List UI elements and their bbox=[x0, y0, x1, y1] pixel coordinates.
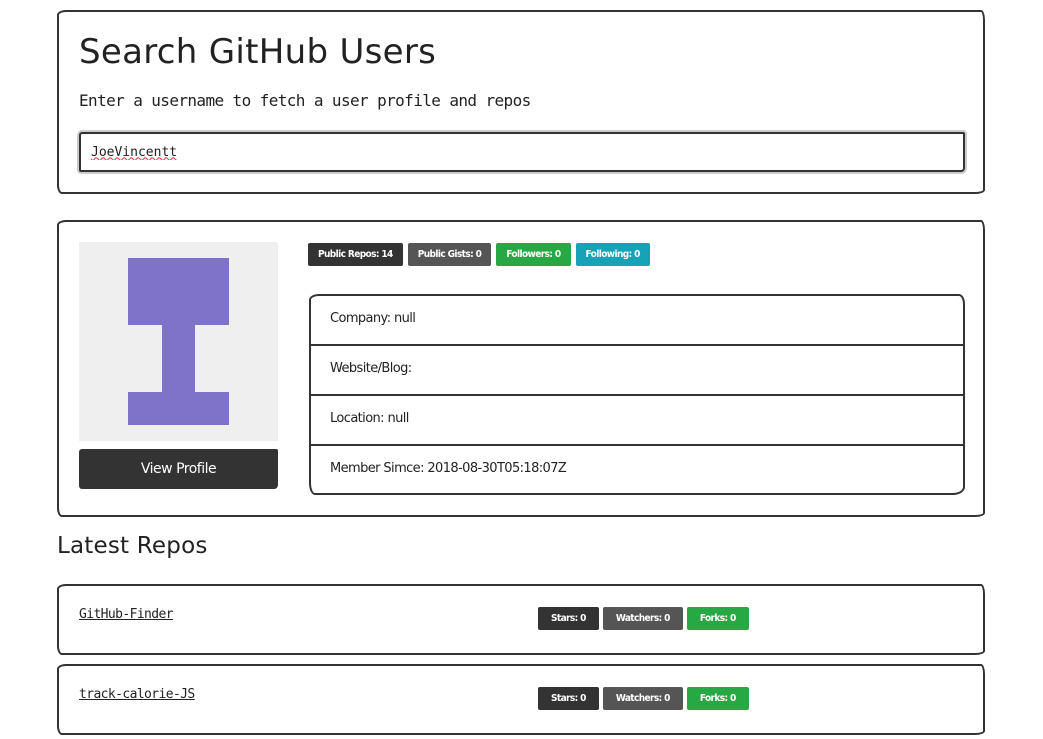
public-repos-badge: Public Repos: 14 bbox=[308, 243, 403, 266]
profile-info-list: Company: null Website/Blog: Location: nu… bbox=[309, 294, 965, 495]
view-profile-button[interactable]: View Profile bbox=[79, 449, 278, 489]
page-title: Search GitHub Users bbox=[79, 32, 437, 72]
forks-badge: Forks: 0 bbox=[686, 607, 749, 630]
location-item: Location: null bbox=[311, 396, 963, 446]
forks-badge: Forks: 0 bbox=[686, 687, 749, 710]
public-gists-badge: Public Gists: 0 bbox=[407, 243, 492, 266]
company-item: Company: null bbox=[311, 296, 963, 346]
website-item: Website/Blog: bbox=[311, 346, 963, 396]
identicon-image bbox=[128, 258, 229, 425]
search-subtitle: Enter a username to fetch a user profile… bbox=[79, 91, 531, 110]
profile-badges: Public Repos: 14 Public Gists: 0 Followe… bbox=[308, 243, 650, 266]
followers-badge: Followers: 0 bbox=[496, 243, 571, 266]
stars-badge: Stars: 0 bbox=[538, 687, 599, 710]
watchers-badge: Watchers: 0 bbox=[602, 687, 683, 710]
repo-card: GitHub-Finder Stars: 0 Watchers: 0 Forks… bbox=[57, 584, 985, 655]
profile-card: View Profile Public Repos: 14 Public Gis… bbox=[57, 220, 985, 517]
repo-badges: Stars: 0 Watchers: 0 Forks: 0 bbox=[538, 607, 749, 630]
search-input[interactable] bbox=[79, 132, 965, 172]
watchers-badge: Watchers: 0 bbox=[602, 607, 683, 630]
repo-badges: Stars: 0 Watchers: 0 Forks: 0 bbox=[538, 687, 749, 710]
search-card: Search GitHub Users Enter a username to … bbox=[57, 10, 985, 194]
member-since-item: Member Simce: 2018-08-30T05:18:07Z bbox=[330, 461, 567, 476]
repo-link[interactable]: GitHub-Finder bbox=[79, 607, 174, 622]
repo-card: track-calorie-JS Stars: 0 Watchers: 0 Fo… bbox=[57, 664, 985, 735]
avatar bbox=[79, 242, 278, 441]
stars-badge: Stars: 0 bbox=[538, 607, 599, 630]
following-badge: Following: 0 bbox=[575, 243, 650, 266]
repo-link[interactable]: track-calorie-JS bbox=[79, 687, 195, 702]
latest-repos-heading: Latest Repos bbox=[57, 533, 208, 559]
